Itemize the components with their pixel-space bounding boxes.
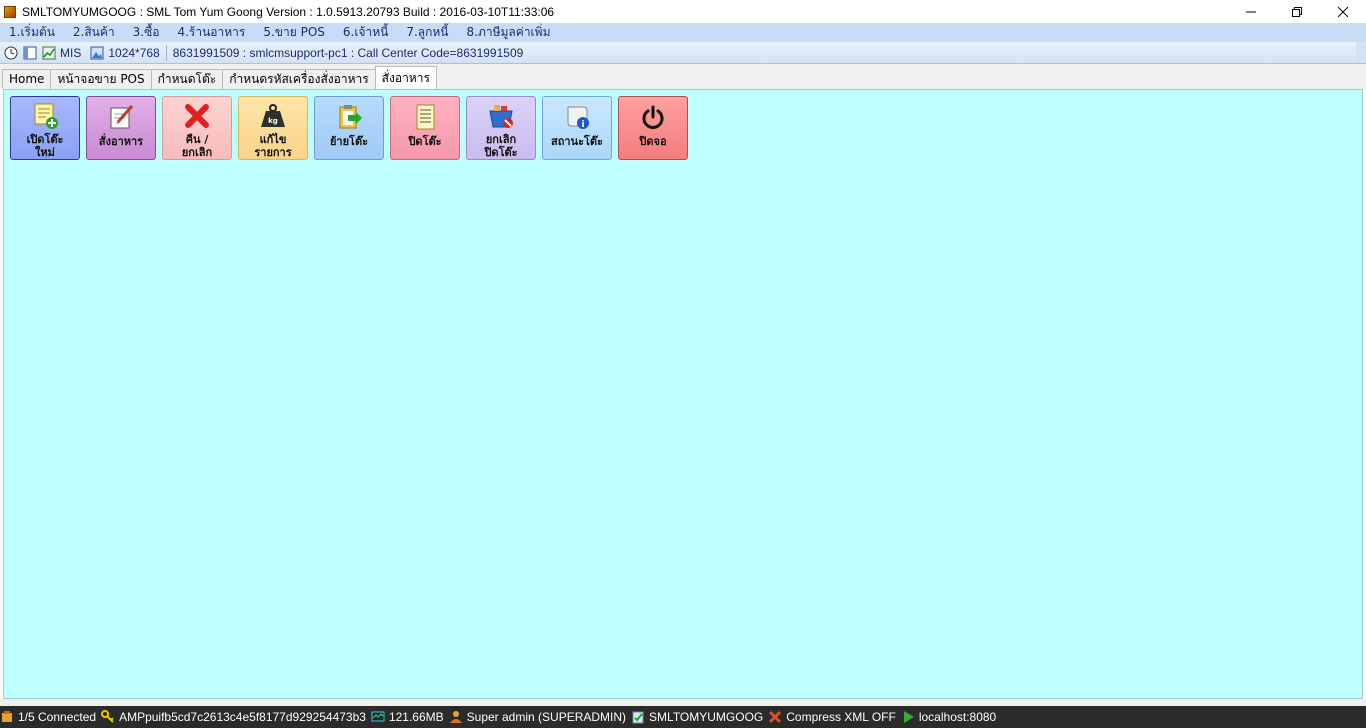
memory-text: 121.66MB — [388, 710, 444, 724]
key-text: AMPpuifb5cd7c2613c4e5f8177d929254473b3 — [119, 710, 366, 724]
order-food-button[interactable]: สั่งอาหาร — [86, 96, 156, 160]
menu-item-purchase[interactable]: 3.ซื้อ — [124, 23, 169, 42]
tab-define-table[interactable]: กำหนดโต๊ะ — [150, 69, 224, 89]
cancel-close-table-button[interactable]: ยกเลิก ปิดโต๊ะ — [466, 96, 536, 160]
resolution-label: 1024*768 — [108, 45, 160, 60]
connection-icon — [0, 710, 14, 724]
user-text: Super admin (SUPERADMIN) — [466, 710, 627, 724]
layout-icon[interactable] — [22, 45, 38, 61]
close-table-label: ปิดโต๊ะ — [408, 135, 442, 148]
close-icon — [1338, 6, 1348, 17]
status-memory: 121.66MB — [371, 710, 444, 724]
menu-item-products[interactable]: 2.สินค้า — [64, 23, 124, 42]
minimize-icon — [1246, 11, 1256, 12]
toolbar-separator — [165, 44, 167, 61]
status-connected: 1/5 Connected — [0, 710, 96, 724]
status-bar: 1/5 Connected AMPpuifb5cd7c2613c4e5f8177… — [0, 706, 1366, 728]
monitor-icon — [371, 710, 385, 724]
tab-home[interactable]: Home — [2, 69, 52, 89]
toolbar: MIS 1024*768 8631991509 : smlcmsupport-p… — [0, 42, 1366, 64]
window-controls — [1228, 0, 1366, 23]
close-table-button[interactable]: ปิดโต๊ะ — [390, 96, 460, 160]
minimize-button[interactable] — [1228, 0, 1274, 23]
document-list-icon — [409, 101, 441, 133]
connected-text: 1/5 Connected — [18, 710, 97, 724]
close-screen-button[interactable]: ปิดจอ — [618, 96, 688, 160]
menu-item-vat[interactable]: 8.ภาษีมูลค่าเพิ่ม — [458, 23, 560, 42]
table-status-label: สถานะโต๊ะ — [551, 135, 603, 148]
menu-bar: 1.เริ่มต้น 2.สินค้า 3.ซื้อ 4.ร้านอาหาร 5… — [0, 23, 1366, 42]
bottom-strip — [0, 699, 1366, 706]
close-screen-label: ปิดจอ — [639, 135, 667, 148]
status-user: Super admin (SUPERADMIN) — [449, 710, 626, 724]
move-table-label: ย้ายโต๊ะ — [329, 135, 369, 148]
table-status-button[interactable]: i สถานะโต๊ะ — [542, 96, 612, 160]
picture-icon — [89, 45, 105, 61]
title-bar: SMLTOMYUMGOOG : SML Tom Yum Goong Versio… — [0, 0, 1366, 23]
chart-icon[interactable] — [41, 45, 57, 61]
close-button[interactable] — [1320, 0, 1366, 23]
info-scroll-icon: i — [561, 101, 593, 133]
red-x-icon — [181, 101, 213, 131]
status-server: localhost:8080 — [901, 710, 996, 724]
status-compress: Compress XML OFF — [768, 710, 896, 724]
mis-label[interactable]: MIS — [60, 46, 81, 60]
database-text: SMLTOMYUMGOOG — [649, 710, 764, 724]
tab-pos-screen[interactable]: หน้าจอขาย POS — [50, 69, 152, 89]
return-cancel-label: คืน / ยกเลิก — [181, 133, 213, 159]
compress-text: Compress XML OFF — [786, 710, 896, 724]
menu-item-receivables[interactable]: 7.ลูกหนี้ — [397, 23, 457, 42]
weight-icon: kg — [257, 101, 289, 131]
edit-items-label: แก้ไข รายการ — [254, 133, 292, 159]
return-cancel-button[interactable]: คืน / ยกเลิก — [162, 96, 232, 160]
connection-info: 8631991509 : smlcmsupport-pc1 : Call Cen… — [172, 45, 524, 60]
menu-item-pos-sales[interactable]: 5.ขาย POS — [254, 23, 334, 42]
menu-item-start[interactable]: 1.เริ่มต้น — [0, 23, 64, 42]
status-database: SMLTOMYUMGOOG — [631, 710, 763, 724]
server-text: localhost:8080 — [918, 710, 997, 724]
open-new-table-button[interactable]: เปิดโต๊ะ ใหม่ — [10, 96, 80, 160]
menu-item-payables[interactable]: 6.เจ้าหนี้ — [334, 23, 397, 42]
user-icon — [449, 710, 463, 724]
clock-icon[interactable] — [3, 45, 19, 61]
status-key: AMPpuifb5cd7c2613c4e5f8177d929254473b3 — [101, 710, 366, 724]
tab-strip: Home หน้าจอขาย POS กำหนดโต๊ะ กำหนดรหัสเค… — [0, 64, 1366, 89]
edit-items-button[interactable]: kg แก้ไข รายการ — [238, 96, 308, 160]
power-icon — [637, 101, 669, 133]
window-title: SMLTOMYUMGOOG : SML Tom Yum Goong Versio… — [22, 4, 555, 19]
clipboard-arrow-icon — [333, 101, 365, 133]
move-table-button[interactable]: ย้ายโต๊ะ — [314, 96, 384, 160]
tab-define-order-device[interactable]: กำหนดรหัสเครื่องสั่งอาหาร — [222, 69, 376, 89]
key-icon — [101, 710, 115, 724]
basket-cancel-icon — [485, 101, 517, 131]
pencil-paper-icon — [105, 101, 137, 133]
restore-icon — [1292, 6, 1302, 17]
cancel-close-table-label: ยกเลิก ปิดโต๊ะ — [484, 133, 518, 159]
open-new-table-label: เปิดโต๊ะ ใหม่ — [26, 133, 64, 159]
note-add-icon — [29, 101, 61, 131]
main-panel: เปิดโต๊ะ ใหม่ สั่งอาหาร คืน / ยกเลิก kg … — [3, 89, 1363, 699]
svg-text:i: i — [581, 120, 584, 130]
svg-text:kg: kg — [268, 117, 278, 125]
action-buttons: เปิดโต๊ะ ใหม่ สั่งอาหาร คืน / ยกเลิก kg … — [10, 96, 694, 160]
red-x-icon — [768, 710, 782, 724]
play-icon — [901, 710, 915, 724]
toolbar-end — [1356, 42, 1366, 63]
order-food-label: สั่งอาหาร — [98, 135, 144, 148]
menu-item-restaurant[interactable]: 4.ร้านอาหาร — [168, 23, 254, 42]
database-icon — [631, 710, 645, 724]
restore-button[interactable] — [1274, 0, 1320, 23]
tab-order-food[interactable]: สั่งอาหาร — [374, 66, 437, 89]
app-logo-icon — [4, 5, 16, 18]
